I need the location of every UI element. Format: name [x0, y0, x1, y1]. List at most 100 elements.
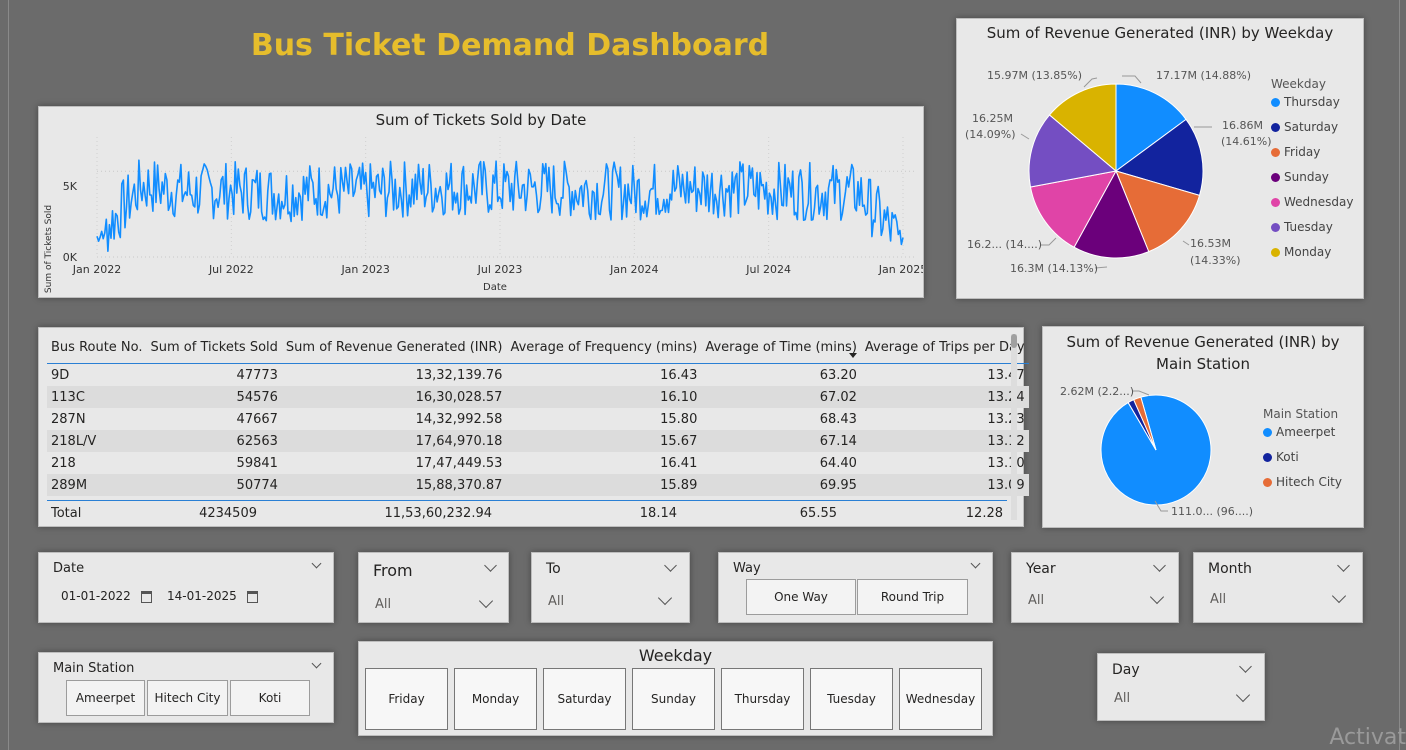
legend-label: Wednesday	[1284, 195, 1354, 209]
legend-item-sunday[interactable]: Sunday	[1271, 170, 1353, 195]
total-cell: 4234509	[199, 506, 257, 521]
way-option-round-trip[interactable]: Round Trip	[857, 579, 968, 615]
table-row[interactable]: 218 59841 17,47,449.53 16.41 64.40 13.10	[47, 452, 1029, 474]
legend-label: Friday	[1284, 145, 1321, 159]
table-row[interactable]: 9D 47773 13,32,139.76 16.43 63.20 13.47	[47, 364, 1029, 387]
weekday-option-friday[interactable]: Friday	[365, 668, 448, 730]
chevron-down-icon[interactable]	[311, 558, 322, 569]
table-cell: 13,32,139.76	[415, 367, 503, 383]
chevron-down-icon[interactable]	[664, 559, 677, 572]
weekday-option-monday[interactable]: Monday	[454, 668, 537, 730]
weekday-option-wednesday[interactable]: Wednesday	[899, 668, 982, 730]
weekday-option-tuesday[interactable]: Tuesday	[810, 668, 893, 730]
way-slicer-label: Way	[733, 561, 761, 576]
column-header[interactable]: Bus Route No.	[47, 334, 147, 364]
main-station-slicer[interactable]: Main Station Ameerpet Hitech City Koti	[38, 652, 334, 723]
date-start-field[interactable]: 01-01-2022	[61, 589, 152, 603]
chevron-down-icon[interactable]	[484, 559, 497, 572]
day-dropdown-value[interactable]: All	[1114, 691, 1130, 706]
chevron-down-icon[interactable]	[1153, 559, 1166, 572]
chevron-down-icon[interactable]	[1235, 687, 1251, 703]
chevron-down-icon[interactable]	[311, 658, 322, 669]
legend-dot-icon	[1263, 428, 1272, 437]
weekday-option-sunday[interactable]: Sunday	[632, 668, 715, 730]
legend-item-hitech-city[interactable]: Hitech City	[1263, 475, 1342, 500]
chevron-down-icon[interactable]	[1239, 660, 1252, 673]
from-dropdown-value[interactable]: All	[375, 597, 391, 612]
to-slicer[interactable]: To All	[531, 552, 690, 623]
year-slicer[interactable]: Year All	[1011, 552, 1179, 623]
x-tick-label: Jan 2025	[878, 263, 923, 276]
chevron-down-icon[interactable]	[478, 593, 494, 609]
table-scrollbar[interactable]	[1011, 334, 1017, 520]
calendar-icon[interactable]	[140, 590, 152, 603]
column-header[interactable]: Average of Time (mins)	[701, 334, 861, 364]
way-slicer[interactable]: Way One Way Round Trip	[718, 552, 993, 623]
from-slicer[interactable]: From All	[358, 552, 509, 623]
date-slicer[interactable]: Date 01-01-2022 14-01-2025	[38, 552, 334, 623]
way-option-one-way[interactable]: One Way	[746, 579, 856, 615]
chevron-down-icon[interactable]	[970, 558, 981, 569]
legend-item-monday[interactable]: Monday	[1271, 245, 1353, 270]
legend-dot-icon	[1263, 478, 1272, 487]
x-tick-label: Jul 2023	[477, 263, 523, 276]
column-header[interactable]: Sum of Tickets Sold	[146, 334, 282, 364]
legend-item-ameerpet[interactable]: Ameerpet	[1263, 425, 1342, 450]
legend-item-koti[interactable]: Koti	[1263, 450, 1342, 475]
pie-label-wednesday: 16.2... (14....)	[967, 238, 1042, 251]
route-table-card[interactable]: Bus Route No. Sum of Tickets Sold Sum of R…	[38, 327, 1029, 527]
total-cell: Total	[51, 506, 82, 521]
day-slicer[interactable]: Day All	[1097, 653, 1265, 721]
date-end-value: 14-01-2025	[167, 589, 237, 603]
sort-desc-icon[interactable]	[849, 353, 857, 358]
table-cell: 15.67	[506, 430, 702, 452]
column-header[interactable]: Average of Trips per Day	[860, 334, 1029, 364]
station-option-koti[interactable]: Koti	[230, 680, 310, 716]
station-option-ameerpet[interactable]: Ameerpet	[66, 680, 145, 716]
table-cell: 17,47,449.53	[415, 455, 503, 471]
month-slicer[interactable]: Month All	[1193, 552, 1363, 623]
chevron-down-icon[interactable]	[1337, 559, 1350, 572]
legend-item-saturday[interactable]: Saturday	[1271, 120, 1353, 145]
legend-label: Hitech City	[1276, 475, 1342, 489]
table-row[interactable]: 218L/V 62563 17,64,970.18 15.67 67.14 13.12	[47, 430, 1029, 452]
x-tick-label: Jan 2023	[340, 263, 389, 276]
x-tick-label: Jan 2022	[72, 263, 121, 276]
legend-item-thursday[interactable]: Thursday	[1271, 95, 1353, 120]
chevron-down-icon[interactable]	[1149, 589, 1165, 605]
partial-row	[47, 492, 1007, 500]
chevron-down-icon[interactable]	[657, 590, 673, 606]
weekday-option-thursday[interactable]: Thursday	[721, 668, 804, 730]
table-cell: 13.23	[987, 411, 1025, 427]
column-header[interactable]: Average of Frequency (mins)	[506, 334, 702, 364]
weekday-slicer[interactable]: Weekday Friday Monday Saturday Sunday Th…	[358, 641, 993, 736]
legend-item-tuesday[interactable]: Tuesday	[1271, 220, 1353, 245]
date-end-field[interactable]: 14-01-2025	[167, 589, 258, 603]
pie-label-sunday: 16.3M (14.13%)	[1010, 262, 1098, 275]
column-header[interactable]: Sum of Revenue Generated (INR)	[281, 334, 507, 364]
x-tick-label: Jan 2024	[609, 263, 658, 276]
weekday-pie-card[interactable]: Sum of Revenue Generated (INR) by Weekda…	[956, 18, 1364, 299]
legend-item-wednesday[interactable]: Wednesday	[1271, 195, 1353, 220]
date-start-value: 01-01-2022	[61, 589, 131, 603]
scrollbar-thumb[interactable]	[1011, 334, 1017, 348]
main-station-slicer-label: Main Station	[53, 661, 135, 676]
calendar-icon[interactable]	[246, 590, 258, 603]
chevron-down-icon[interactable]	[1331, 588, 1347, 604]
station-option-hitech-city[interactable]: Hitech City	[147, 680, 228, 716]
year-dropdown-value[interactable]: All	[1028, 593, 1044, 608]
total-cell: 11,53,60,232.94	[384, 506, 492, 521]
table-row[interactable]: 287N 47667 14,32,992.58 15.80 68.43 13.23	[47, 408, 1029, 430]
legend-item-friday[interactable]: Friday	[1271, 145, 1353, 170]
line-chart-card[interactable]: Sum of Tickets Sold by Date Sum of Ticke…	[38, 106, 924, 298]
to-dropdown-value[interactable]: All	[548, 594, 564, 609]
table-cell: 13.24	[860, 386, 1029, 408]
table-cell: 113C	[47, 386, 147, 408]
month-dropdown-value[interactable]: All	[1210, 592, 1226, 607]
weekday-option-saturday[interactable]: Saturday	[543, 668, 626, 730]
activation-watermark: Activat	[1329, 725, 1406, 750]
table-cell: 63.20	[819, 367, 857, 383]
station-pie-card[interactable]: Sum of Revenue Generated (INR) by Main S…	[1042, 326, 1364, 528]
table-row[interactable]: 113C 54576 16,30,028.57 16.10 67.02 13.24	[47, 386, 1029, 408]
weekday-legend: Weekday Thursday Saturday Friday Sunday Wedn…	[1271, 77, 1353, 270]
